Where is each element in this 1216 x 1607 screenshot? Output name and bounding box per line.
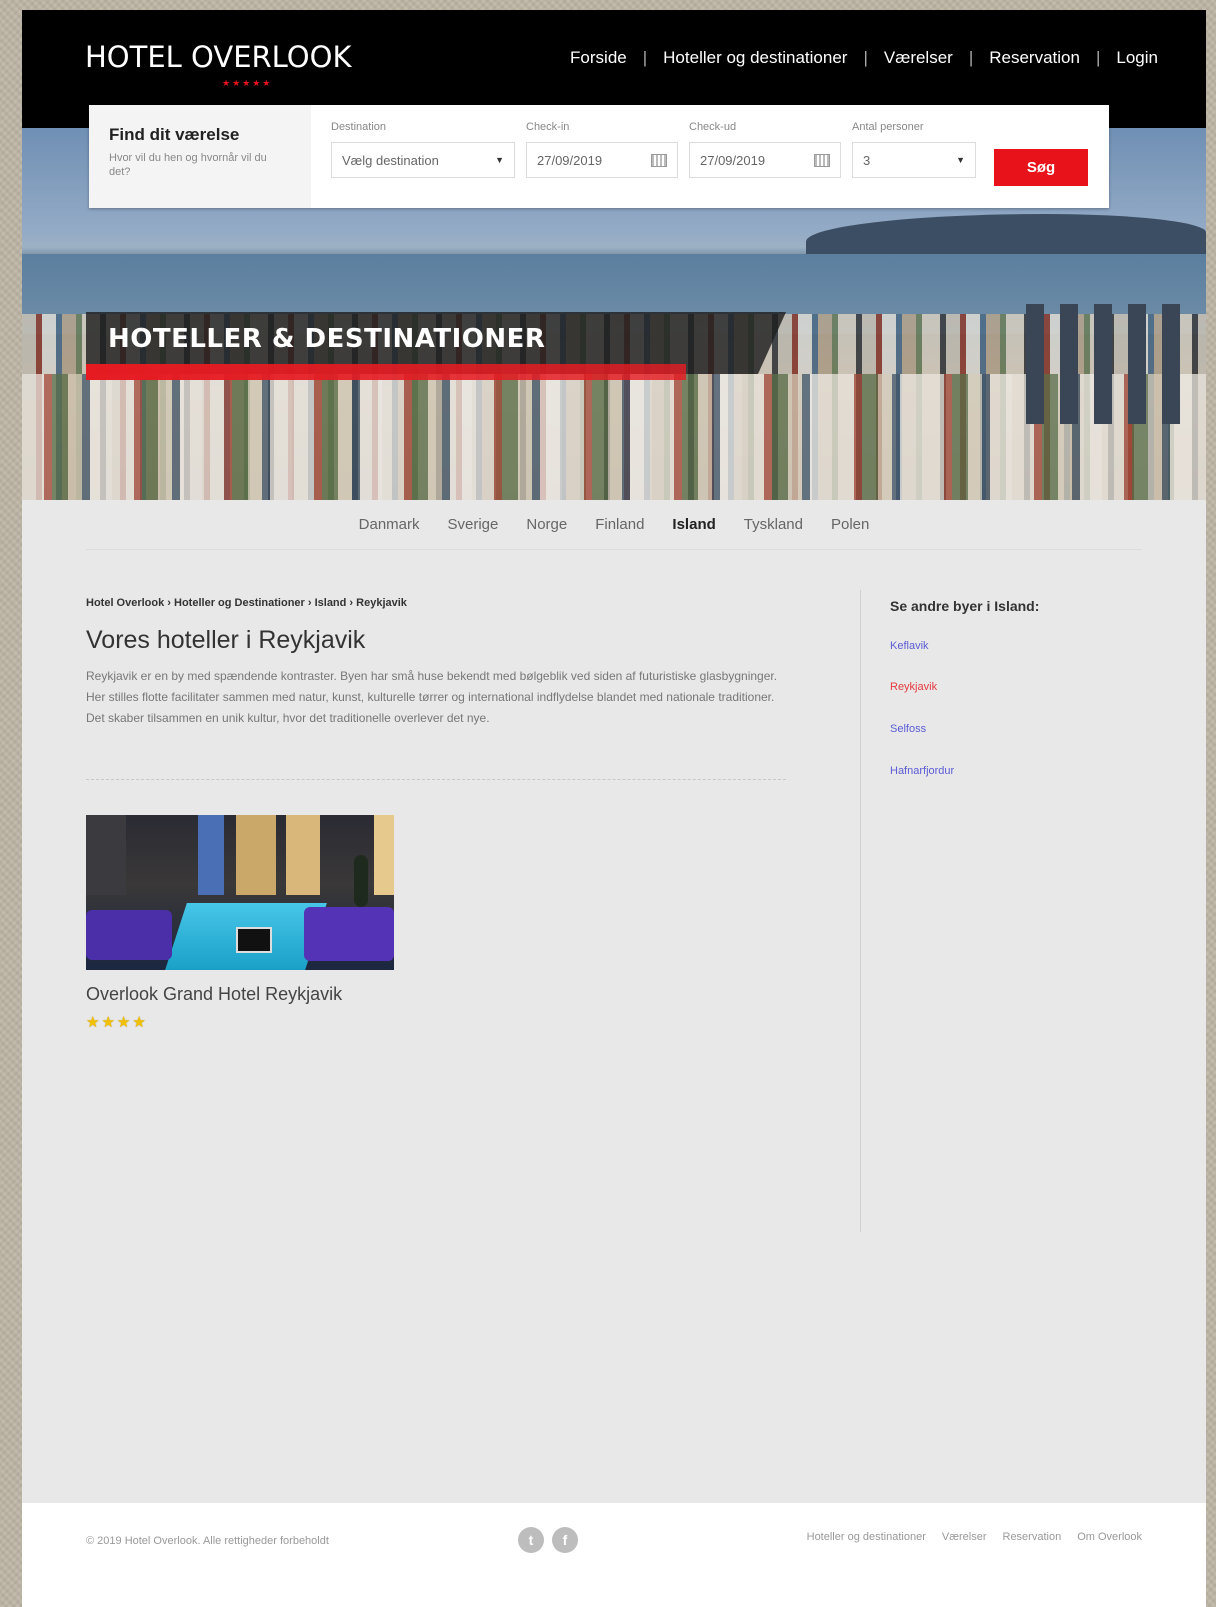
divider [86,779,786,780]
sidebar-link-keflavik[interactable]: Keflavik [890,640,929,652]
main-nav: Forside | Hoteller og destinationer | Væ… [570,48,1158,68]
country-tab-norge[interactable]: Norge [526,516,567,533]
guests-field: Antal personer 3 ▼ [852,121,976,178]
checkin-label: Check-in [526,121,570,133]
hotel-rating-stars: ★★★★ [86,1014,148,1031]
sidebar-link-hafnarfjordur[interactable]: Hafnarfjordur [890,765,954,777]
booking-title: Find dit værelse [109,125,240,144]
guests-label: Antal personer [852,121,924,133]
footer-link-om-overlook[interactable]: Om Overlook [1077,1531,1142,1543]
nav-separator: | [863,48,868,67]
hotel-image-window [374,815,394,895]
nav-item-vaerelser[interactable]: Værelser [884,48,953,68]
country-tab-sverige[interactable]: Sverige [448,516,499,533]
hotel-image-sofa [304,907,394,961]
sidebar-link-selfoss[interactable]: Selfoss [890,723,926,735]
page-frame: HOTEL OVERLOOK ★★★★★ Forside | Hoteller … [22,10,1206,1607]
sidebar-divider [860,590,861,1232]
search-button[interactable]: Søg [994,149,1088,186]
hero-towers [1026,304,1186,424]
sidebar-title: Se andre byer i Island: [890,598,1040,614]
hotel-image-window [286,815,320,895]
caret-down-icon: ▼ [495,155,504,165]
page-title: Vores hoteller i Reykjavik [86,626,366,654]
nav-item-forside[interactable]: Forside [570,48,627,68]
nav-item-hoteller[interactable]: Hoteller og destinationer [663,48,847,68]
copyright: © 2019 Hotel Overlook. Alle rettigheder … [86,1535,329,1547]
hotel-name[interactable]: Overlook Grand Hotel Reykjavik [86,984,342,1005]
checkout-label: Check-ud [689,121,737,133]
nav-item-reservation[interactable]: Reservation [989,48,1080,68]
booking-intro: Find dit værelse Hvor vil du hen og hvor… [89,105,311,208]
hotel-image-table [236,927,272,953]
facebook-icon[interactable]: f [552,1527,578,1553]
caret-down-icon: ▼ [956,155,965,165]
nav-item-login[interactable]: Login [1116,48,1158,68]
country-tab-island[interactable]: Island [672,516,715,533]
calendar-icon[interactable] [651,153,667,167]
hotel-image-wall [86,815,126,895]
guests-select[interactable]: 3 ▼ [852,142,976,178]
logo-stars: ★★★★★ [222,78,273,88]
hotel-image-sofa [86,910,172,960]
country-tab-finland[interactable]: Finland [595,516,644,533]
footer-link-vaerelser[interactable]: Værelser [942,1531,987,1543]
guests-value: 3 [863,152,871,168]
destination-field: Destination Vælg destination ▼ [331,121,515,178]
nav-separator: | [1095,48,1101,67]
booking-subtitle: Hvor vil du hen og hvornår vil du det? [109,152,267,178]
hero-banner-stripe [86,364,686,380]
checkout-field: Check-ud 27/09/2019 [689,121,841,178]
footer-links: Hoteller og destinationer Værelser Reser… [807,1531,1142,1543]
twitter-icon[interactable]: t [518,1527,544,1553]
destination-select[interactable]: Vælg destination ▼ [331,142,515,178]
hotel-image-plant [354,855,368,907]
booking-form: Find dit værelse Hvor vil du hen og hvor… [89,105,1109,208]
checkout-input[interactable]: 27/09/2019 [689,142,841,178]
destination-label: Destination [331,121,387,133]
checkout-value: 27/09/2019 [700,152,766,168]
sidebar-link-reykjavik[interactable]: Reykjavik [890,681,937,693]
country-tab-danmark[interactable]: Danmark [359,516,420,533]
country-tab-polen[interactable]: Polen [831,516,869,533]
nav-separator: | [642,48,648,67]
hotel-image[interactable] [86,815,394,970]
hotel-image-window [236,815,276,895]
footer: © 2019 Hotel Overlook. Alle rettigheder … [22,1503,1206,1607]
breadcrumb[interactable]: Hotel Overlook › Hoteller og Destination… [86,597,407,609]
hotel-image-window [198,815,224,895]
checkin-input[interactable]: 27/09/2019 [526,142,678,178]
intro-text: Reykjavik er en by med spændende kontras… [86,669,778,725]
footer-link-hoteller[interactable]: Hoteller og destinationer [807,1531,926,1543]
country-nav: Danmark Sverige Norge Finland Island Tys… [86,500,1142,550]
checkin-field: Check-in 27/09/2019 [526,121,678,178]
country-tab-tyskland[interactable]: Tyskland [744,516,803,533]
nav-separator: | [968,48,974,67]
checkin-value: 27/09/2019 [537,152,603,168]
calendar-icon[interactable] [814,153,830,167]
hero-title: HOTELLER & DESTINATIONER [108,324,546,354]
logo[interactable]: HOTEL OVERLOOK [85,40,351,74]
destination-value: Vælg destination [342,152,439,168]
social-links: t f [518,1527,578,1553]
footer-link-reservation[interactable]: Reservation [1003,1531,1062,1543]
